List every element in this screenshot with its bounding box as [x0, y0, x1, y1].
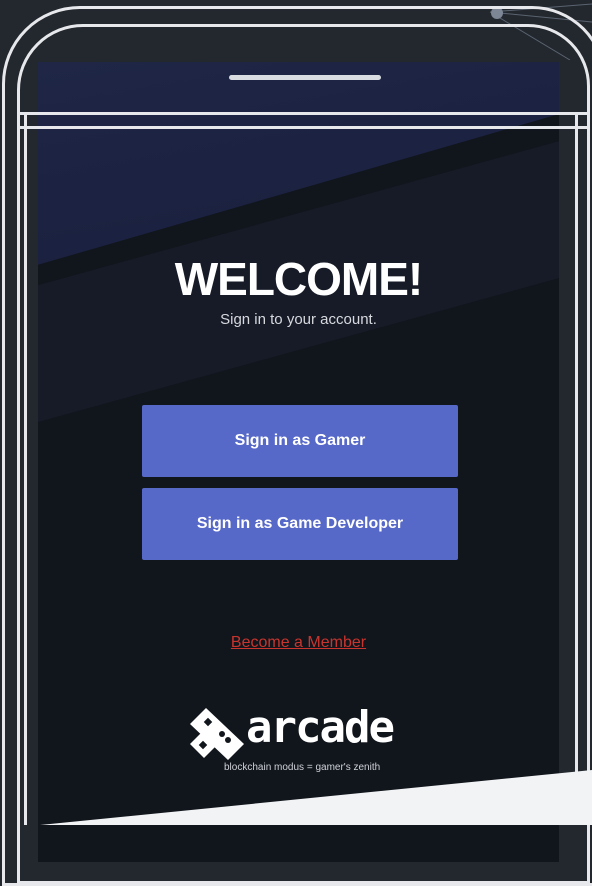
phone-speaker	[229, 75, 381, 80]
brand-name: arcade	[246, 702, 395, 753]
phone-top-divider	[17, 112, 590, 115]
page-title: WELCOME!	[174, 253, 424, 305]
phone-side-right	[575, 112, 578, 825]
game-controller-logo-icon	[190, 708, 244, 760]
sign-in-developer-button[interactable]: Sign in as Game Developer	[142, 488, 458, 560]
phone-side-left	[24, 112, 27, 825]
sign-in-gamer-button[interactable]: Sign in as Gamer	[142, 405, 458, 477]
become-member-link[interactable]: Become a Member	[38, 634, 559, 652]
brand-tagline: blockchain modus = gamer's zenith	[224, 762, 381, 773]
arcade-logo: arcade blockchain modus = gamer's zenith	[188, 700, 418, 780]
phone-status-divider	[17, 126, 590, 129]
page-subtitle: Sign in to your account.	[220, 311, 377, 328]
